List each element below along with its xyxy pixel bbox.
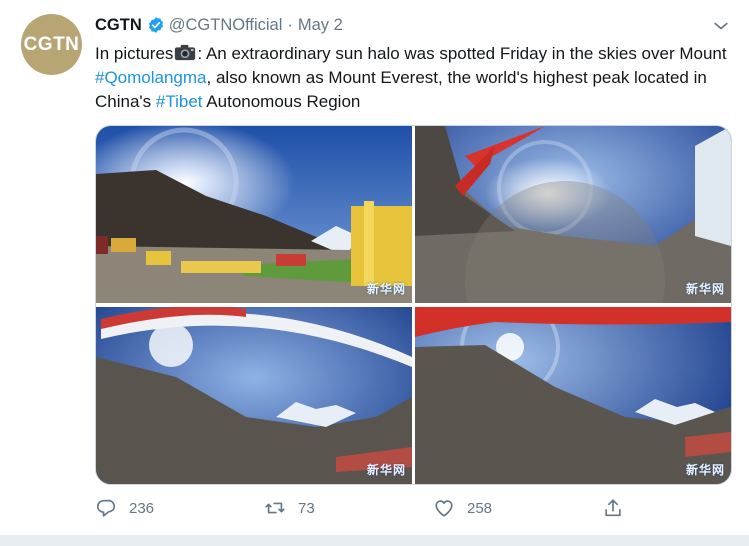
- watermark: 新华网: [366, 282, 406, 296]
- tweet-text: In pictures : An extraordinary sun halo …: [95, 42, 735, 114]
- account-handle[interactable]: @CGTNOfficial: [169, 16, 283, 35]
- tweet-text-prefix: In pictures: [95, 44, 174, 63]
- retweet-button[interactable]: 73: [264, 497, 315, 519]
- photo-base-camp[interactable]: 新华网: [96, 126, 412, 303]
- tweet-header: CGTN @CGTNOfficial · May 2: [95, 14, 343, 36]
- reply-count: 236: [129, 499, 155, 517]
- reply-icon: [96, 499, 116, 517]
- photo-red-flags[interactable]: 新华网: [415, 126, 731, 303]
- account-name[interactable]: CGTN: [95, 16, 142, 35]
- hashtag-qomolangma[interactable]: #Qomolangma: [95, 68, 207, 87]
- photo-base-camp-image: [96, 126, 412, 303]
- watermark: 新华网: [685, 463, 725, 477]
- hashtag-tibet[interactable]: #Tibet: [156, 92, 203, 111]
- like-count: 258: [467, 499, 493, 517]
- tweet-date[interactable]: May 2: [298, 16, 343, 35]
- retweet-count: 73: [298, 499, 315, 517]
- tweet-actions: 236 73 258: [0, 497, 749, 523]
- tweet-text-part3: Autonomous Region: [202, 92, 361, 111]
- camera-icon: [175, 44, 196, 61]
- tweet-text-part1: : An extraordinary sun halo was spotted …: [197, 44, 727, 63]
- reply-button[interactable]: 236: [95, 497, 154, 519]
- photo-sun-halo[interactable]: 新华网: [415, 307, 731, 484]
- avatar[interactable]: CGTN: [21, 14, 82, 75]
- avatar-logo-text: CGTN: [23, 33, 80, 55]
- chevron-down-icon[interactable]: [711, 16, 731, 36]
- share-icon: [605, 499, 621, 517]
- media-grid: 新华网 新华网 新华网 新华网: [95, 125, 732, 485]
- retweet-icon: [265, 502, 285, 514]
- photo-red-flags-image: [415, 126, 731, 303]
- like-button[interactable]: 258: [433, 497, 492, 519]
- tweet[interactable]: CGTN CGTN @CGTNOfficial · May 2 In pictu…: [0, 0, 749, 546]
- photo-flag-arch[interactable]: 新华网: [96, 307, 412, 484]
- photo-flag-arch-image: [96, 307, 412, 484]
- verified-badge-icon: [148, 17, 163, 33]
- photo-sun-halo-image: [415, 307, 731, 484]
- timeline-divider: [0, 535, 749, 546]
- like-icon: [435, 500, 453, 517]
- watermark: 新华网: [366, 463, 406, 477]
- watermark: 新华网: [685, 282, 725, 296]
- separator-dot: ·: [287, 15, 293, 34]
- share-button[interactable]: [602, 497, 636, 519]
